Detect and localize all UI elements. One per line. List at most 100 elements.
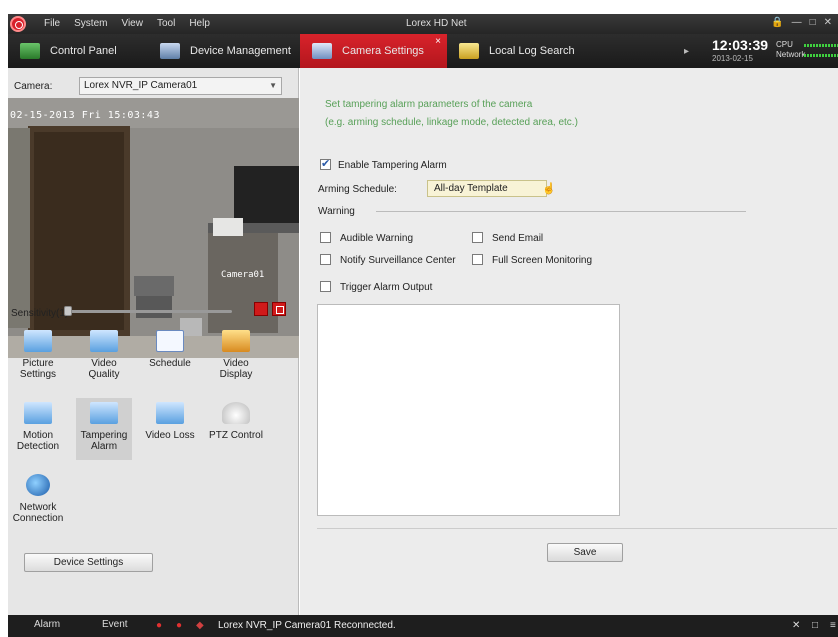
motion-detection-icon bbox=[24, 402, 52, 424]
network-connection-icon bbox=[26, 474, 50, 496]
close-tab-icon[interactable]: × bbox=[435, 36, 441, 47]
save-button[interactable]: Save bbox=[547, 543, 623, 562]
main-tab-bar: Control Panel Device Management Camera S… bbox=[8, 34, 838, 68]
hint-line-1: Set tampering alarm parameters of the ca… bbox=[325, 99, 533, 110]
alarm-output-list[interactable] bbox=[317, 304, 620, 516]
menu-tool[interactable]: Tool bbox=[157, 18, 175, 29]
minimize-icon[interactable]: — bbox=[792, 17, 802, 28]
device-settings-button[interactable]: Device Settings bbox=[24, 553, 153, 572]
tampering-alarm-settings: Set tampering alarm parameters of the ca… bbox=[300, 68, 838, 615]
camera-panel: Camera: Lorex NVR_IP Camera01 ▼ 02-15-20… bbox=[8, 68, 299, 615]
function-label: Schedule bbox=[149, 358, 191, 369]
ptz-control-icon bbox=[222, 402, 250, 424]
arming-schedule-value: All-day Template bbox=[434, 183, 508, 194]
camera-label: Camera: bbox=[14, 81, 53, 92]
enable-tampering-label: Enable Tampering Alarm bbox=[338, 160, 447, 171]
status-message: Lorex NVR_IP Camera01 Reconnected. bbox=[218, 620, 396, 631]
tab-control-panel[interactable]: Control Panel bbox=[8, 34, 148, 68]
restore-icon[interactable]: □ bbox=[812, 620, 818, 631]
tab-device-management[interactable]: Device Management bbox=[148, 34, 300, 68]
tab-camera-settings[interactable]: Camera Settings × bbox=[300, 34, 447, 68]
network-label: Network bbox=[776, 50, 806, 59]
function-label: PTZ Control bbox=[209, 430, 263, 441]
function-label: Network Connection bbox=[12, 502, 64, 524]
tampering-alarm-button[interactable]: Tampering Alarm bbox=[76, 398, 132, 460]
maximize-icon[interactable]: □ bbox=[810, 17, 816, 28]
menu-help[interactable]: Help bbox=[189, 18, 210, 29]
motion-detection-button[interactable]: Motion Detection bbox=[10, 398, 66, 460]
status-tab-event[interactable]: Event bbox=[102, 619, 128, 630]
cpu-meter bbox=[804, 44, 838, 47]
osd-camera-name: Camera01 bbox=[221, 270, 265, 280]
tab-label: Device Management bbox=[190, 45, 291, 57]
alarm-siren-icon[interactable]: ● bbox=[156, 620, 162, 631]
menu-file[interactable]: File bbox=[44, 18, 60, 29]
expand-icon[interactable]: ≡ bbox=[830, 620, 836, 631]
menu-view[interactable]: View bbox=[121, 18, 143, 29]
status-tab-alarm[interactable]: Alarm bbox=[34, 619, 60, 630]
video-quality-button[interactable]: Video Quality bbox=[76, 326, 132, 388]
clock-date: 2013-02-15 bbox=[712, 54, 753, 63]
osd-timestamp: 02-15-2013 Fri 15:03:43 bbox=[10, 110, 160, 121]
camera-select-value: Lorex NVR_IP Camera01 bbox=[84, 80, 198, 91]
full-screen-monitoring-checkbox[interactable] bbox=[472, 254, 483, 265]
arming-schedule-select[interactable]: All-day Template ☝ bbox=[427, 180, 556, 197]
area-clear-button[interactable] bbox=[272, 302, 286, 316]
tab-label: Control Panel bbox=[50, 45, 117, 57]
full-screen-monitoring-label: Full Screen Monitoring bbox=[492, 255, 593, 266]
audible-warning-label: Audible Warning bbox=[340, 233, 414, 244]
tab-label: Camera Settings bbox=[342, 45, 424, 57]
ptz-control-button[interactable]: PTZ Control bbox=[208, 398, 264, 460]
log-search-icon bbox=[459, 43, 479, 59]
live-video-preview[interactable]: 02-15-2013 Fri 15:03:43 Camera01 bbox=[8, 98, 299, 358]
audible-warning-checkbox[interactable] bbox=[320, 232, 331, 243]
trigger-alarm-output-checkbox[interactable] bbox=[320, 281, 331, 292]
sensitivity-label: Sensitivity(1) bbox=[11, 308, 69, 319]
close-icon[interactable]: ✕ bbox=[824, 17, 832, 28]
hand-cursor-icon: ☝ bbox=[542, 183, 556, 195]
title-bar: File System View Tool Help Lorex HD Net … bbox=[8, 14, 838, 34]
window-controls: 🔒 — □ ✕ bbox=[771, 17, 832, 28]
tab-local-log-search[interactable]: Local Log Search bbox=[447, 34, 597, 68]
lock-icon[interactable]: 🔒 bbox=[771, 17, 783, 28]
function-label: Video Display bbox=[219, 358, 253, 380]
schedule-button[interactable]: Schedule bbox=[142, 326, 198, 388]
function-label: Video Loss bbox=[145, 430, 195, 441]
area-draw-button[interactable] bbox=[254, 302, 268, 316]
control-panel-icon bbox=[20, 43, 40, 59]
send-email-label: Send Email bbox=[492, 233, 544, 244]
picture-settings-button[interactable]: Picture Settings bbox=[10, 326, 66, 388]
chevron-down-icon: ▼ bbox=[269, 81, 277, 90]
function-label: Motion Detection bbox=[16, 430, 60, 452]
window-title: Lorex HD Net bbox=[406, 18, 467, 29]
video-loss-button[interactable]: Video Loss bbox=[142, 398, 198, 460]
send-email-checkbox[interactable] bbox=[472, 232, 483, 243]
trigger-alarm-output-label: Trigger Alarm Output bbox=[340, 282, 433, 293]
sensitivity-slider-track[interactable] bbox=[66, 310, 232, 313]
video-display-button[interactable]: Video Display bbox=[208, 326, 264, 388]
alarm-bell-icon[interactable]: ● bbox=[176, 620, 182, 631]
camera-select[interactable]: Lorex NVR_IP Camera01 ▼ bbox=[79, 77, 282, 95]
notify-surveillance-center-checkbox[interactable] bbox=[320, 254, 331, 265]
enable-tampering-checkbox[interactable] bbox=[320, 157, 331, 170]
menu-system[interactable]: System bbox=[74, 18, 107, 29]
video-display-icon bbox=[222, 330, 250, 352]
cpu-label: CPU bbox=[776, 40, 793, 49]
camera-settings-icon bbox=[312, 43, 332, 59]
warning-section-label: Warning bbox=[318, 206, 355, 217]
notify-surveillance-center-label: Notify Surveillance Center bbox=[340, 255, 456, 266]
function-label: Video Quality bbox=[88, 358, 120, 380]
lorex-logo-icon bbox=[10, 16, 26, 32]
app-window: File System View Tool Help Lorex HD Net … bbox=[0, 0, 838, 637]
tab-overflow-icon[interactable]: ▸ bbox=[684, 46, 689, 57]
tab-label: Local Log Search bbox=[489, 45, 575, 57]
network-connection-button[interactable]: Network Connection bbox=[10, 470, 66, 532]
device-management-icon bbox=[160, 43, 180, 59]
status-bar: Alarm Event ● ● ◆ Lorex NVR_IP Camera01 … bbox=[8, 615, 838, 637]
sensitivity-slider-handle[interactable] bbox=[64, 306, 72, 316]
alert-flag-icon[interactable]: ◆ bbox=[196, 620, 204, 631]
hint-line-2: (e.g. arming schedule, linkage mode, det… bbox=[325, 117, 578, 128]
camera-scene-image bbox=[8, 98, 299, 358]
pin-icon[interactable]: ✕ bbox=[792, 620, 800, 631]
tampering-alarm-icon bbox=[90, 402, 118, 424]
